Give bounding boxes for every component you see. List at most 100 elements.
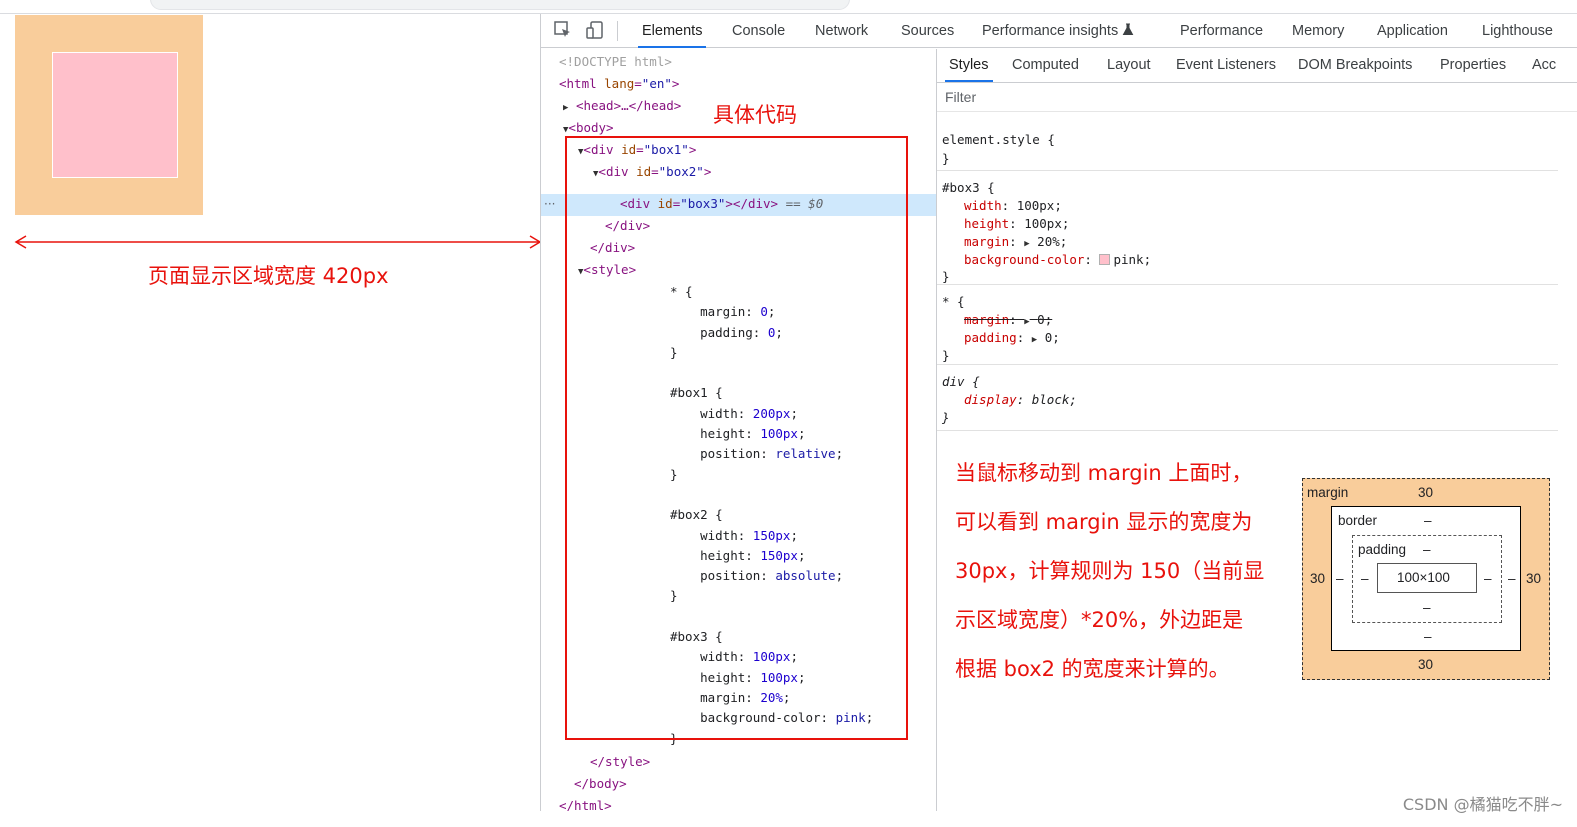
width-arrow [14, 235, 542, 249]
expand-triangle-icon[interactable]: ▶ [563, 98, 568, 118]
box-model-padding-top: – [1423, 542, 1431, 557]
box-model-padding[interactable]: padding – – – – 100×100 [1352, 535, 1502, 623]
elements-panel: ··· <!DOCTYPE html> <html lang="en"> ▶ <… [541, 49, 937, 811]
prop-name: height [964, 216, 1010, 231]
tab-event-listeners[interactable]: Event Listeners [1172, 49, 1280, 82]
universal-rule-selector[interactable]: * { [942, 292, 965, 311]
body-open-tag: <body> [568, 120, 614, 135]
prop-name: margin [964, 312, 1010, 327]
box-model-margin-label: margin [1307, 485, 1349, 500]
doctype-line[interactable]: <!DOCTYPE html> [559, 52, 672, 72]
note-line: 根据 box2 的宽度来计算的。 [955, 657, 1230, 681]
box3-prop-width[interactable]: width: 100px; [964, 197, 1062, 215]
box-model-border[interactable]: border – – – – padding – – – – 100×100 [1331, 506, 1521, 651]
styles-subtabs: Styles Computed Layout Event Listeners D… [937, 49, 1577, 83]
box3-rule: #box3 { width: 100px; height: 100px; mar… [937, 173, 1558, 285]
devtools-window: Elements Console Network Sources Perform… [540, 14, 1577, 811]
browser-top-bar [0, 0, 1577, 14]
tab-memory[interactable]: Memory [1288, 14, 1348, 48]
box-model-padding-bottom: – [1423, 600, 1431, 615]
more-options-dots[interactable]: ··· [544, 194, 555, 214]
box-model-margin-top: 30 [1418, 485, 1434, 500]
box-model-content-size: 100×100 [1397, 570, 1450, 585]
devtools-toolbar: Elements Console Network Sources Perform… [541, 14, 1577, 48]
html-close-line[interactable]: </html> [559, 796, 612, 811]
tab-sources[interactable]: Sources [897, 14, 958, 48]
note-line: 可以看到 margin 显示的宽度为 [955, 510, 1253, 534]
box3-prop-height[interactable]: height: 100px; [964, 215, 1069, 233]
tab-lighthouse[interactable]: Lighthouse [1478, 14, 1557, 48]
rendered-box3-pink [52, 52, 178, 178]
box3-rule-selector[interactable]: #box3 { [942, 178, 995, 197]
tab-accessibility[interactable]: Acc [1528, 49, 1560, 82]
expand-triangle-icon[interactable]: ▶ [1032, 331, 1037, 349]
box-model-margin-right: 30 [1526, 571, 1542, 586]
tab-network[interactable]: Network [811, 14, 872, 48]
tab-computed[interactable]: Computed [1008, 49, 1083, 82]
box-model-border-bottom: – [1424, 629, 1432, 644]
inspect-element-icon[interactable] [553, 20, 573, 40]
prop-value[interactable]: 100px; [1024, 216, 1069, 231]
box-model-padding-right: – [1484, 571, 1492, 586]
margin-explanation-note: 当鼠标移动到 margin 上面时， 可以看到 margin 显示的宽度为 30… [955, 449, 1295, 694]
tab-console[interactable]: Console [728, 14, 789, 48]
head-tag: <head>…</head> [575, 98, 682, 113]
prop-name: display [964, 392, 1017, 407]
tab-performance-insights[interactable]: Performance insights [978, 14, 1138, 48]
head-line[interactable]: ▶ <head>…</head> [563, 96, 681, 118]
prop-value[interactable]: 20%; [1037, 234, 1067, 249]
prop-value[interactable]: 100px; [1017, 198, 1062, 213]
box-model-border-left: – [1336, 571, 1344, 586]
box-model-margin-bottom: 30 [1418, 657, 1434, 672]
tab-application[interactable]: Application [1373, 14, 1452, 48]
element-style-selector[interactable]: element.style { [942, 130, 1055, 149]
prop-value[interactable]: 0; [1037, 312, 1052, 327]
address-bar[interactable] [150, 0, 850, 10]
box3-prop-background-color[interactable]: background-color: pink; [964, 251, 1151, 269]
toolbar-separator [617, 21, 618, 41]
note-line: 示区域宽度）*20%，外边距是 [955, 608, 1244, 632]
universal-prop-padding[interactable]: padding: ▶ 0; [964, 329, 1060, 349]
element-style-rule: element.style { } [937, 126, 1558, 171]
note-line: 当鼠标移动到 margin 上面时， [955, 461, 1253, 485]
box-model-padding-left: – [1361, 571, 1369, 586]
styles-pane: Styles Computed Layout Event Listeners D… [937, 49, 1577, 811]
div-useragent-rule: div { display: block; } [937, 367, 1558, 431]
box-model-border-right: – [1508, 571, 1516, 586]
box-model-content[interactable]: 100×100 [1377, 563, 1477, 593]
tab-performance[interactable]: Performance [1176, 14, 1267, 48]
prop-value[interactable]: pink; [1113, 252, 1151, 267]
tab-properties[interactable]: Properties [1436, 49, 1510, 82]
tab-performance-insights-label: Performance insights [982, 23, 1119, 39]
rule-close-brace: } [942, 348, 950, 363]
rule-close-brace: } [942, 410, 950, 425]
div-rule-selector[interactable]: div { [942, 372, 980, 391]
rule-close-brace: } [942, 269, 950, 284]
code-annotation: 具体代码 [713, 103, 797, 127]
prop-value[interactable]: block; [1032, 392, 1077, 407]
tab-layout[interactable]: Layout [1103, 49, 1155, 82]
style-close-line[interactable]: </style> [590, 752, 650, 772]
tab-elements[interactable]: Elements [638, 14, 707, 48]
rendered-box2-area [15, 15, 203, 215]
prop-value[interactable]: 0; [1045, 330, 1060, 345]
box-model-margin-left: 30 [1310, 571, 1326, 586]
box-model-margin[interactable]: margin 30 30 30 30 border – – – – paddin… [1302, 478, 1550, 680]
watermark: CSDN @橘猫吃不胖~ [1402, 795, 1563, 814]
box-model-border-label: border [1338, 513, 1378, 528]
tab-dom-breakpoints[interactable]: DOM Breakpoints [1294, 49, 1416, 82]
div-prop-display[interactable]: display: block; [964, 391, 1077, 409]
width-annotation: 页面显示区域宽度 420px [148, 264, 389, 288]
styles-filter-input[interactable]: Filter [937, 84, 1577, 112]
prop-name: background-color [964, 252, 1085, 267]
rule-close-brace: } [942, 151, 950, 166]
flask-icon [1122, 23, 1134, 35]
device-toolbar-icon[interactable] [585, 20, 605, 40]
color-swatch-icon[interactable] [1099, 254, 1111, 265]
body-close-line[interactable]: </body> [574, 774, 627, 794]
prop-name: padding [964, 330, 1017, 345]
box-model-border-top: – [1424, 513, 1432, 528]
tab-styles[interactable]: Styles [945, 49, 993, 82]
html-open-line[interactable]: <html lang="en"> [559, 74, 679, 94]
box-model-padding-label: padding [1358, 542, 1407, 557]
